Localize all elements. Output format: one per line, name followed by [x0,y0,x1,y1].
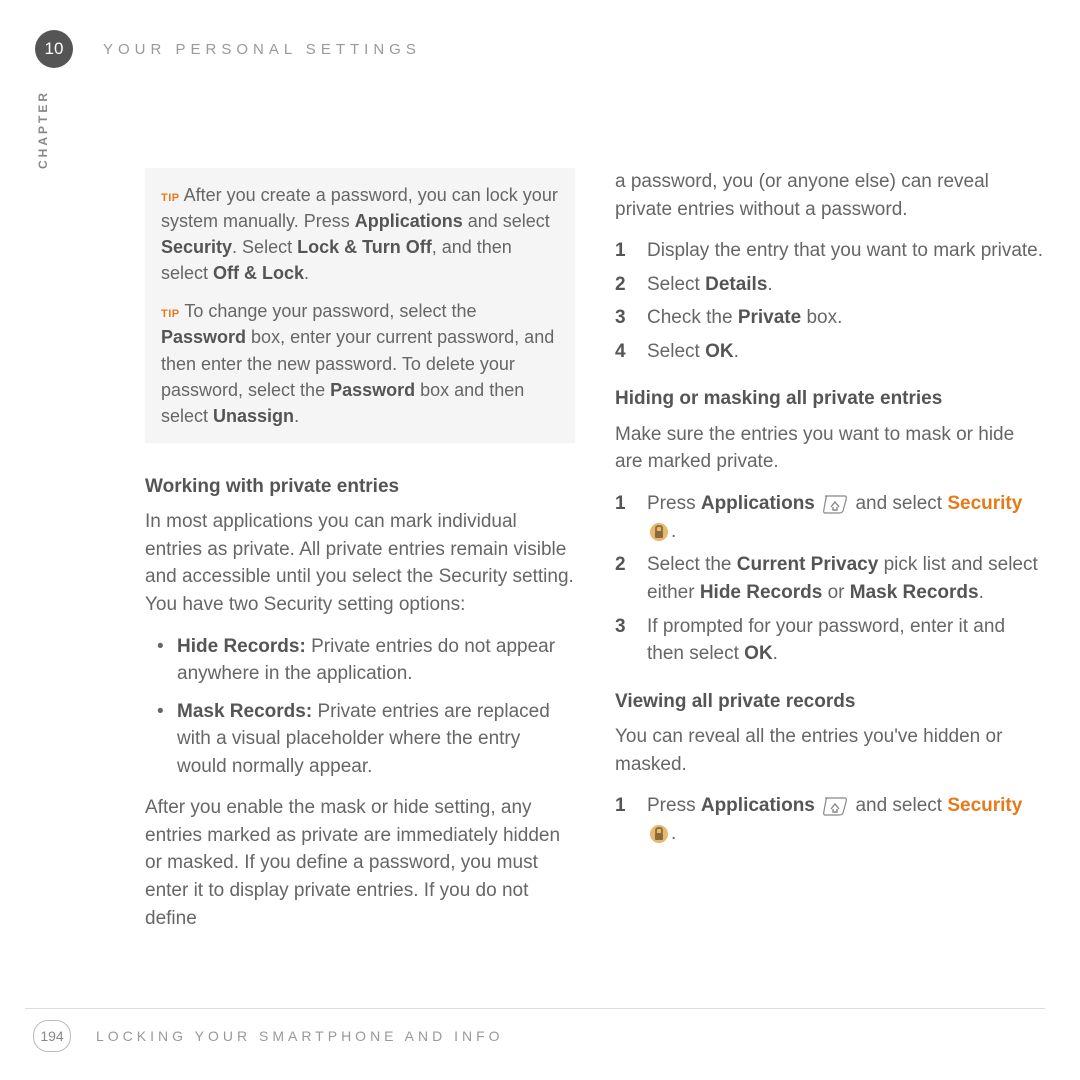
list-item: 2Select Details. [615,271,1045,299]
list-item: 1 Press Applications and select Security… [615,792,1045,848]
tip-label: TIP [161,192,180,204]
list-item: 3Check the Private box. [615,304,1045,332]
right-column: a password, you (or anyone else) can rev… [615,168,1045,932]
list-item: 1 Press Applications and select Security… [615,490,1045,546]
list-item: 3 If prompted for your password, enter i… [615,613,1045,668]
list-item: 1Display the entry that you want to mark… [615,237,1045,265]
list-item: Hide Records: Private entries do not app… [145,633,575,688]
left-column: TIP After you create a password, you can… [145,168,575,932]
section2-para: Make sure the entries you want to mask o… [615,421,1045,476]
chapter-badge: 10 [35,30,73,68]
footer-title: LOCKING YOUR SMARTPHONE AND INFO [96,1028,504,1044]
list-item: Mask Records: Private entries are replac… [145,698,575,781]
steps-view-private: 1 Press Applications and select Security… [615,792,1045,848]
home-icon [822,490,848,518]
section-heading-private: Working with private entries [145,473,575,501]
section1-para: In most applications you can mark indivi… [145,508,575,618]
lock-icon [649,820,669,848]
page-number: 194 [33,1020,71,1052]
list-item: 2 Select the Current Privacy pick list a… [615,551,1045,606]
tip-box: TIP After you create a password, you can… [145,168,575,443]
steps-hide-mask: 1 Press Applications and select Security… [615,490,1045,668]
content-columns: TIP After you create a password, you can… [145,168,1045,932]
col2-top: a password, you (or anyone else) can rev… [615,168,1045,223]
tip2-text: To change your password, select the [184,301,476,321]
section-heading-hiding: Hiding or masking all private entries [615,385,1045,413]
section3-para: You can reveal all the entries you've hi… [615,723,1045,778]
security-options-list: Hide Records: Private entries do not app… [145,633,575,781]
home-icon [822,792,848,820]
tip-label: TIP [161,308,180,320]
lock-icon [649,518,669,546]
header-title: YOUR PERSONAL SETTINGS [103,41,421,58]
list-item: 4Select OK. [615,338,1045,366]
steps-mark-private: 1Display the entry that you want to mark… [615,237,1045,365]
section-heading-viewing: Viewing all private records [615,688,1045,716]
chapter-vertical-label: CHAPTER [36,90,50,169]
section1-para2: After you enable the mask or hide settin… [145,794,575,932]
page-footer: 194 LOCKING YOUR SMARTPHONE AND INFO [25,1020,1045,1052]
page-header: 10 YOUR PERSONAL SETTINGS [25,30,1045,68]
